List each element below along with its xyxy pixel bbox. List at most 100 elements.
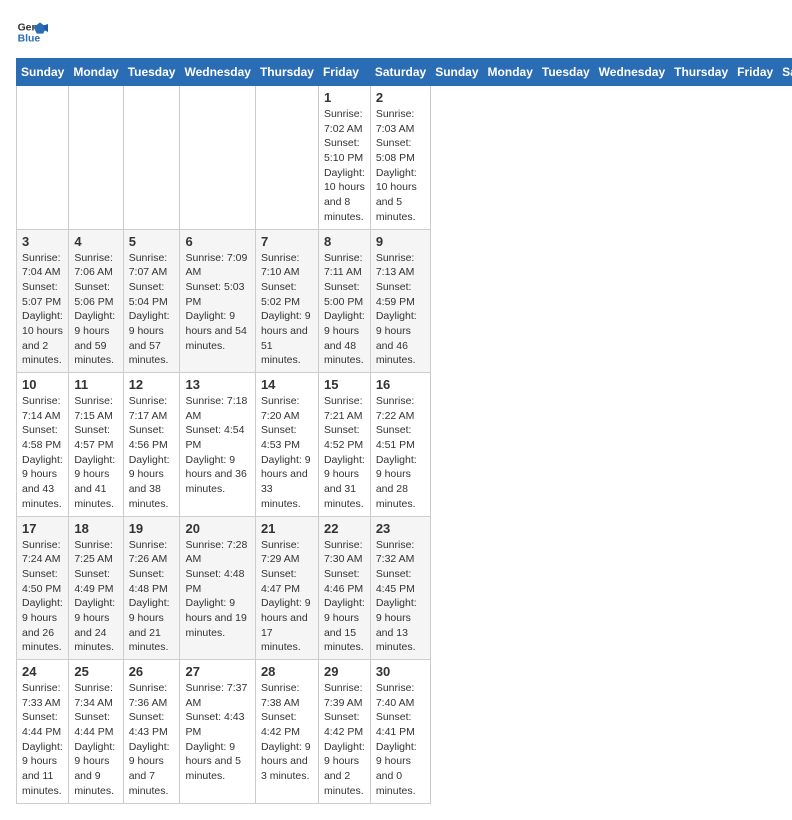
header-day-saturday: Saturday <box>370 59 430 86</box>
day-number: 8 <box>324 234 365 249</box>
calendar-cell: 18 Sunrise: 7:25 AM Sunset: 4:49 PM Dayli… <box>69 516 123 660</box>
calendar-cell: 12Sunrise: 7:17 AM Sunset: 4:56 PM Dayli… <box>123 373 180 517</box>
day-info: Sunrise: 7:33 AM Sunset: 4:44 PM Dayligh… <box>22 681 63 799</box>
header-saturday: Saturday <box>778 59 792 86</box>
calendar-week-5: 24Sunrise: 7:33 AM Sunset: 4:44 PM Dayli… <box>17 660 792 804</box>
day-info: Sunrise: 7:34 AM Sunset: 4:44 PM Dayligh… <box>74 681 117 799</box>
day-number: 10 <box>22 377 63 392</box>
header-day-friday: Friday <box>318 59 370 86</box>
day-number: 25 <box>74 664 117 679</box>
calendar-cell: 1 Sunrise: 7:02 AM Sunset: 5:10 PM Daylig… <box>318 86 370 230</box>
calendar-cell: 17Sunrise: 7:24 AM Sunset: 4:50 PM Dayli… <box>17 516 69 660</box>
calendar-cell: 5 Sunrise: 7:07 AM Sunset: 5:04 PM Daylig… <box>123 229 180 373</box>
day-info: Sunrise: 7:22 AM Sunset: 4:51 PM Dayligh… <box>376 394 425 512</box>
calendar-cell: 14 Sunrise: 7:20 AM Sunset: 4:53 PM Dayli… <box>255 373 318 517</box>
day-info: Sunrise: 7:18 AM Sunset: 4:54 PM Dayligh… <box>185 394 249 497</box>
header-sunday: Sunday <box>431 59 483 86</box>
day-info: Sunrise: 7:29 AM Sunset: 4:47 PM Dayligh… <box>261 538 313 656</box>
day-info: Sunrise: 7:02 AM Sunset: 5:10 PM Dayligh… <box>324 107 365 225</box>
calendar-week-3: 10 Sunrise: 7:14 AM Sunset: 4:58 PM Dayli… <box>17 373 792 517</box>
calendar-cell: 11 Sunrise: 7:15 AM Sunset: 4:57 PM Dayli… <box>69 373 123 517</box>
logo: General Blue <box>16 16 52 48</box>
day-info: Sunrise: 7:25 AM Sunset: 4:49 PM Dayligh… <box>74 538 117 656</box>
calendar-cell: 30 Sunrise: 7:40 AM Sunset: 4:41 PM Dayli… <box>370 660 430 804</box>
day-number: 4 <box>74 234 117 249</box>
day-number: 14 <box>261 377 313 392</box>
day-info: Sunrise: 7:36 AM Sunset: 4:43 PM Dayligh… <box>129 681 175 799</box>
day-info: Sunrise: 7:14 AM Sunset: 4:58 PM Dayligh… <box>22 394 63 512</box>
calendar-week-2: 3 Sunrise: 7:04 AM Sunset: 5:07 PM Daylig… <box>17 229 792 373</box>
calendar-cell: 20 Sunrise: 7:28 AM Sunset: 4:48 PM Dayli… <box>180 516 255 660</box>
calendar-cell: 6 Sunrise: 7:09 AM Sunset: 5:03 PM Daylig… <box>180 229 255 373</box>
day-number: 28 <box>261 664 313 679</box>
calendar-header-row: SundayMondayTuesdayWednesdayThursdayFrid… <box>17 59 792 86</box>
day-number: 30 <box>376 664 425 679</box>
day-number: 7 <box>261 234 313 249</box>
day-number: 5 <box>129 234 175 249</box>
calendar-table: SundayMondayTuesdayWednesdayThursdayFrid… <box>16 58 792 804</box>
day-info: Sunrise: 7:09 AM Sunset: 5:03 PM Dayligh… <box>185 251 249 354</box>
day-number: 1 <box>324 90 365 105</box>
header-day-tuesday: Tuesday <box>123 59 180 86</box>
day-info: Sunrise: 7:40 AM Sunset: 4:41 PM Dayligh… <box>376 681 425 799</box>
calendar-cell: 26Sunrise: 7:36 AM Sunset: 4:43 PM Dayli… <box>123 660 180 804</box>
header-monday: Monday <box>483 59 537 86</box>
calendar-cell: 16 Sunrise: 7:22 AM Sunset: 4:51 PM Dayli… <box>370 373 430 517</box>
calendar-cell: 8 Sunrise: 7:11 AM Sunset: 5:00 PM Daylig… <box>318 229 370 373</box>
header: General Blue <box>16 16 776 48</box>
day-number: 20 <box>185 521 249 536</box>
day-number: 21 <box>261 521 313 536</box>
day-number: 16 <box>376 377 425 392</box>
calendar-cell: 24Sunrise: 7:33 AM Sunset: 4:44 PM Dayli… <box>17 660 69 804</box>
day-info: Sunrise: 7:39 AM Sunset: 4:42 PM Dayligh… <box>324 681 365 799</box>
day-info: Sunrise: 7:15 AM Sunset: 4:57 PM Dayligh… <box>74 394 117 512</box>
day-info: Sunrise: 7:13 AM Sunset: 4:59 PM Dayligh… <box>376 251 425 369</box>
calendar-cell: 10 Sunrise: 7:14 AM Sunset: 4:58 PM Dayli… <box>17 373 69 517</box>
day-number: 6 <box>185 234 249 249</box>
calendar-cell: 28Sunrise: 7:38 AM Sunset: 4:42 PM Dayli… <box>255 660 318 804</box>
header-wednesday: Wednesday <box>594 59 669 86</box>
calendar-cell: 19 Sunrise: 7:26 AM Sunset: 4:48 PM Dayli… <box>123 516 180 660</box>
day-info: Sunrise: 7:03 AM Sunset: 5:08 PM Dayligh… <box>376 107 425 225</box>
day-info: Sunrise: 7:24 AM Sunset: 4:50 PM Dayligh… <box>22 538 63 656</box>
day-number: 23 <box>376 521 425 536</box>
calendar-cell: 15Sunrise: 7:21 AM Sunset: 4:52 PM Dayli… <box>318 373 370 517</box>
day-number: 19 <box>129 521 175 536</box>
day-info: Sunrise: 7:06 AM Sunset: 5:06 PM Dayligh… <box>74 251 117 369</box>
calendar-cell: 21 Sunrise: 7:29 AM Sunset: 4:47 PM Dayli… <box>255 516 318 660</box>
calendar-cell: 27Sunrise: 7:37 AM Sunset: 4:43 PM Dayli… <box>180 660 255 804</box>
logo-icon: General Blue <box>16 16 48 48</box>
day-number: 11 <box>74 377 117 392</box>
calendar-cell: 25 Sunrise: 7:34 AM Sunset: 4:44 PM Dayli… <box>69 660 123 804</box>
calendar-cell: 9Sunrise: 7:13 AM Sunset: 4:59 PM Daylig… <box>370 229 430 373</box>
calendar-cell <box>255 86 318 230</box>
calendar-cell: 7 Sunrise: 7:10 AM Sunset: 5:02 PM Daylig… <box>255 229 318 373</box>
header-day-thursday: Thursday <box>255 59 318 86</box>
day-info: Sunrise: 7:28 AM Sunset: 4:48 PM Dayligh… <box>185 538 249 641</box>
day-number: 27 <box>185 664 249 679</box>
day-number: 15 <box>324 377 365 392</box>
calendar-cell: 23Sunrise: 7:32 AM Sunset: 4:45 PM Dayli… <box>370 516 430 660</box>
day-info: Sunrise: 7:07 AM Sunset: 5:04 PM Dayligh… <box>129 251 175 369</box>
header-day-sunday: Sunday <box>17 59 69 86</box>
calendar-week-4: 17Sunrise: 7:24 AM Sunset: 4:50 PM Dayli… <box>17 516 792 660</box>
calendar-cell: 22Sunrise: 7:30 AM Sunset: 4:46 PM Dayli… <box>318 516 370 660</box>
calendar-cell: 13Sunrise: 7:18 AM Sunset: 4:54 PM Dayli… <box>180 373 255 517</box>
header-day-wednesday: Wednesday <box>180 59 255 86</box>
day-info: Sunrise: 7:10 AM Sunset: 5:02 PM Dayligh… <box>261 251 313 369</box>
day-info: Sunrise: 7:20 AM Sunset: 4:53 PM Dayligh… <box>261 394 313 512</box>
calendar-week-1: 1 Sunrise: 7:02 AM Sunset: 5:10 PM Daylig… <box>17 86 792 230</box>
svg-text:Blue: Blue <box>18 34 41 45</box>
header-tuesday: Tuesday <box>537 59 594 86</box>
day-number: 18 <box>74 521 117 536</box>
calendar-cell: 3 Sunrise: 7:04 AM Sunset: 5:07 PM Daylig… <box>17 229 69 373</box>
header-friday: Friday <box>733 59 778 86</box>
day-info: Sunrise: 7:17 AM Sunset: 4:56 PM Dayligh… <box>129 394 175 512</box>
day-info: Sunrise: 7:26 AM Sunset: 4:48 PM Dayligh… <box>129 538 175 656</box>
day-info: Sunrise: 7:04 AM Sunset: 5:07 PM Dayligh… <box>22 251 63 369</box>
calendar-cell <box>180 86 255 230</box>
calendar-cell <box>69 86 123 230</box>
day-number: 3 <box>22 234 63 249</box>
header-day-monday: Monday <box>69 59 123 86</box>
day-info: Sunrise: 7:11 AM Sunset: 5:00 PM Dayligh… <box>324 251 365 369</box>
